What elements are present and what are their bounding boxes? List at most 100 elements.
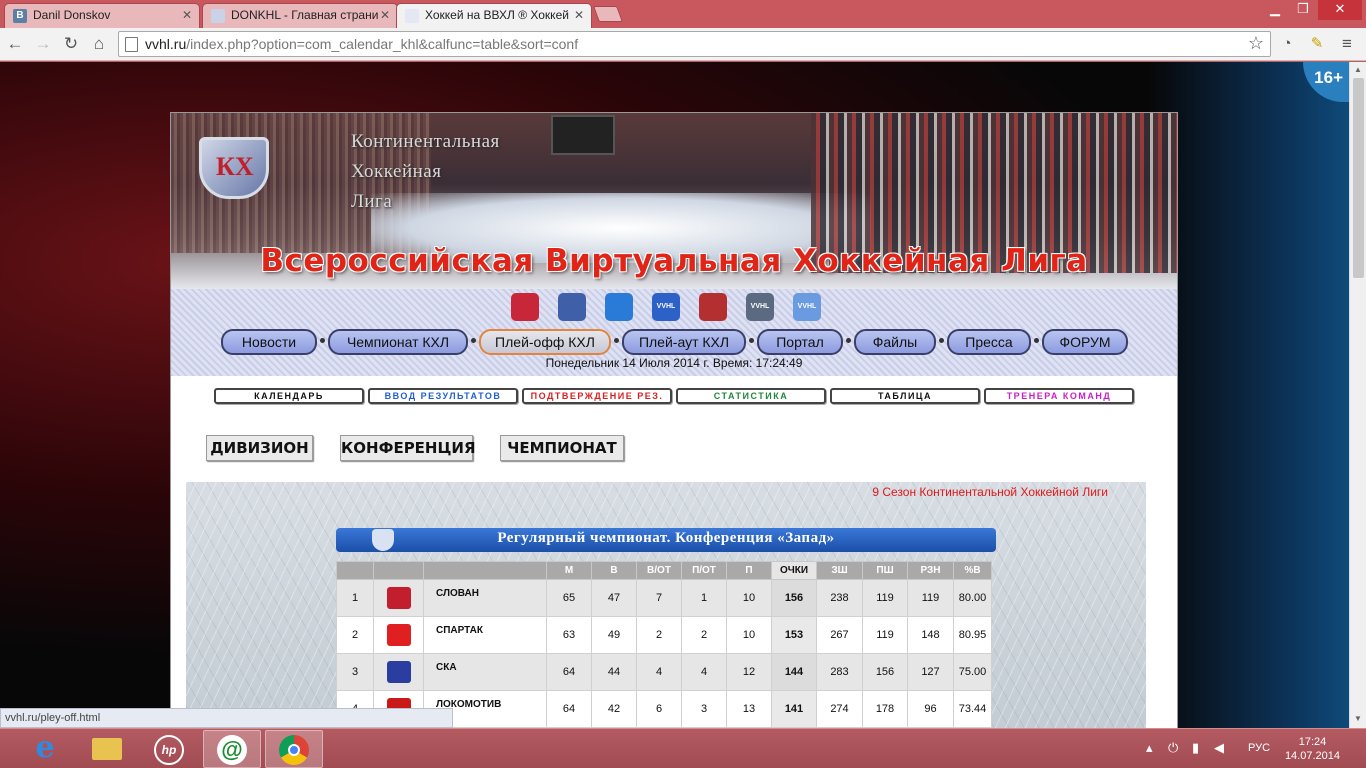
page-icon [125, 37, 138, 52]
subnav-item-2[interactable]: ВВОД РЕЗУЛЬТАТОВ [368, 388, 518, 404]
tab-title: Danil Donskov [33, 8, 111, 22]
menu-item-2[interactable]: Чемпионат КХЛ [328, 329, 468, 355]
menu-item-6[interactable]: Файлы [854, 329, 936, 355]
browser-tab-vvhl[interactable]: Хоккей на ВВХЛ ® Хоккей ✕ [396, 3, 592, 28]
close-window-icon[interactable]: ✕ [1318, 0, 1362, 20]
league-logo-icon[interactable]: VVHL [746, 293, 774, 321]
home-icon[interactable]: ⌂ [88, 33, 110, 55]
stat-cell-lot: 2 [681, 616, 727, 654]
browser-toolbar: ← → ↻ ⌂ vvhl.ru/index.php?option=com_cal… [0, 28, 1366, 61]
menu-item-3[interactable]: Плей-офф КХЛ [479, 329, 611, 355]
column-header[interactable]: П/ОТ [681, 561, 727, 580]
column-header[interactable]: РЗН [907, 561, 954, 580]
view-division-button[interactable]: ДИВИЗИОН [206, 435, 313, 461]
site-banner: КХ Континентальная Хоккейная Лига Всерос… [171, 113, 1177, 289]
forward-icon[interactable]: → [32, 33, 54, 55]
column-header[interactable]: ОЧКИ [771, 561, 817, 580]
column-header[interactable]: М [546, 561, 592, 580]
minimize-icon[interactable]: ▁ [1262, 0, 1288, 20]
subnav-item-1[interactable]: КАЛЕНДАРЬ [214, 388, 364, 404]
team-logo-icon[interactable] [386, 661, 411, 683]
tray-volume-icon[interactable]: ◀ [1214, 740, 1224, 756]
column-header[interactable]: ПШ [862, 561, 908, 580]
file-explorer-icon[interactable] [78, 730, 136, 768]
pencil-extension-icon[interactable]: ✎ [1306, 33, 1328, 55]
standings-header: Регулярный чемпионат. Конференция «Запад… [336, 528, 996, 552]
menu-icon[interactable]: ≡ [1336, 33, 1358, 55]
league-logo-icon[interactable] [699, 293, 727, 321]
menu-item-8[interactable]: ФОРУМ [1042, 329, 1128, 355]
stat-cell-gf: 238 [816, 579, 863, 617]
stat-cell-m: 64 [546, 690, 592, 728]
column-header[interactable] [373, 561, 424, 580]
table-row[interactable]: 2 СПАРТАК 63 49 2 2 10 153 267 119 148 80.95 [336, 616, 992, 654]
subnav-item-4[interactable]: СТАТИСТИКА [676, 388, 826, 404]
column-header[interactable]: В [591, 561, 637, 580]
stat-cell-diff: 119 [907, 579, 954, 617]
menu-item-4[interactable]: Плей-аут КХЛ [622, 329, 746, 355]
subnav-item-5[interactable]: ТАБЛИЦА [830, 388, 980, 404]
close-tab-icon[interactable]: ✕ [574, 4, 584, 27]
league-logo-icon[interactable] [558, 293, 586, 321]
browser-tab-donkhl[interactable]: DONKHL - Главная страни ✕ [202, 3, 398, 28]
close-tab-icon[interactable]: ✕ [380, 4, 390, 27]
extension-icon[interactable]: ◔ [1276, 33, 1298, 55]
standings-table: М В В/ОТ П/ОТ П ОЧКИ ЗШ ПШ РЗН %В 1 СЛОВАН 65 47 7 1 10… [336, 561, 992, 728]
keyboard-language[interactable]: РУС [1248, 742, 1270, 754]
scroll-up-icon[interactable]: ▲ [1354, 65, 1362, 74]
team-name-cell: СЛОВАН [423, 579, 547, 617]
subnav-item-6[interactable]: ТРЕНЕРА КОМАНД [984, 388, 1134, 404]
column-header[interactable] [336, 561, 374, 580]
stat-cell-diff: 96 [907, 690, 954, 728]
mail-agent-icon[interactable]: @ [203, 730, 261, 768]
back-icon[interactable]: ← [4, 33, 26, 55]
close-tab-icon[interactable]: ✕ [182, 4, 192, 27]
league-logo-icon[interactable]: VVHL [652, 293, 680, 321]
column-header[interactable]: ЗШ [816, 561, 863, 580]
system-clock[interactable]: 17:24 14.07.2014 [1285, 735, 1340, 763]
khl-name: Континентальная Хоккейная Лига [351, 131, 500, 212]
standings-area: 9 Сезон Континентальной Хоккейной Лиги Р… [186, 482, 1146, 728]
league-logo-icon[interactable] [511, 293, 539, 321]
address-bar[interactable]: vvhl.ru/index.php?option=com_calendar_kh… [118, 31, 1271, 57]
league-logo-icon[interactable]: VVHL [793, 293, 821, 321]
scroll-down-icon[interactable]: ▼ [1354, 714, 1362, 723]
scrollbar-thumb[interactable] [1353, 78, 1364, 278]
browser-tab-vk[interactable]: В Danil Donskov ✕ [4, 3, 200, 28]
table-row[interactable]: 3 СКА 64 44 4 4 12 144 283 156 127 75.00 [336, 653, 992, 691]
menu-item-7[interactable]: Пресса [947, 329, 1031, 355]
view-conference-button[interactable]: КОНФЕРЕНЦИЯ [340, 435, 476, 461]
column-header[interactable] [423, 561, 547, 580]
page-scrollbar[interactable]: ▲ ▼ [1349, 62, 1366, 728]
menu-item-5[interactable]: Портал [757, 329, 843, 355]
bookmark-star-icon[interactable]: ☆ [1248, 33, 1264, 54]
menu-separator [749, 338, 754, 343]
url-text[interactable]: vvhl.ru/index.php?option=com_calendar_kh… [145, 36, 578, 52]
column-header[interactable]: %В [953, 561, 992, 580]
new-tab-button[interactable] [593, 6, 623, 22]
reload-icon[interactable]: ↻ [60, 33, 82, 55]
view-championship-button[interactable]: ЧЕМПИОНАТ [500, 435, 624, 461]
menu-item-1[interactable]: Новости [221, 329, 317, 355]
table-row[interactable]: 1 СЛОВАН 65 47 7 1 10 156 238 119 119 80.00 [336, 579, 992, 617]
tray-expand-icon[interactable]: ▴ [1146, 740, 1153, 756]
column-header[interactable]: В/ОТ [636, 561, 682, 580]
restore-icon[interactable]: ❐ [1290, 0, 1316, 20]
stat-cell-w: 42 [591, 690, 637, 728]
subnav-item-3[interactable]: ПОДТВЕРЖДЕНИЕ РЕЗ. [522, 388, 672, 404]
tray-signal-icon[interactable]: ▮ [1192, 740, 1199, 756]
team-logo-cell [373, 579, 424, 617]
khl-logo-icon[interactable]: КХ [199, 137, 269, 199]
team-logo-icon[interactable] [386, 587, 411, 609]
internet-explorer-icon[interactable]: e [16, 730, 74, 768]
league-logo-icon[interactable] [605, 293, 633, 321]
hp-icon[interactable]: hp [140, 730, 198, 768]
chrome-icon[interactable] [265, 730, 323, 768]
stat-cell-ga: 178 [862, 690, 908, 728]
team-logo-icon[interactable] [386, 624, 411, 646]
tray-network-icon[interactable]: ⏻ [1168, 740, 1178, 756]
current-datetime: Понедельник 14 Июля 2014 г. Время: 17:24… [545, 356, 803, 370]
position-cell: 2 [336, 616, 374, 654]
vvhl-favicon-icon [405, 9, 419, 23]
column-header[interactable]: П [726, 561, 772, 580]
